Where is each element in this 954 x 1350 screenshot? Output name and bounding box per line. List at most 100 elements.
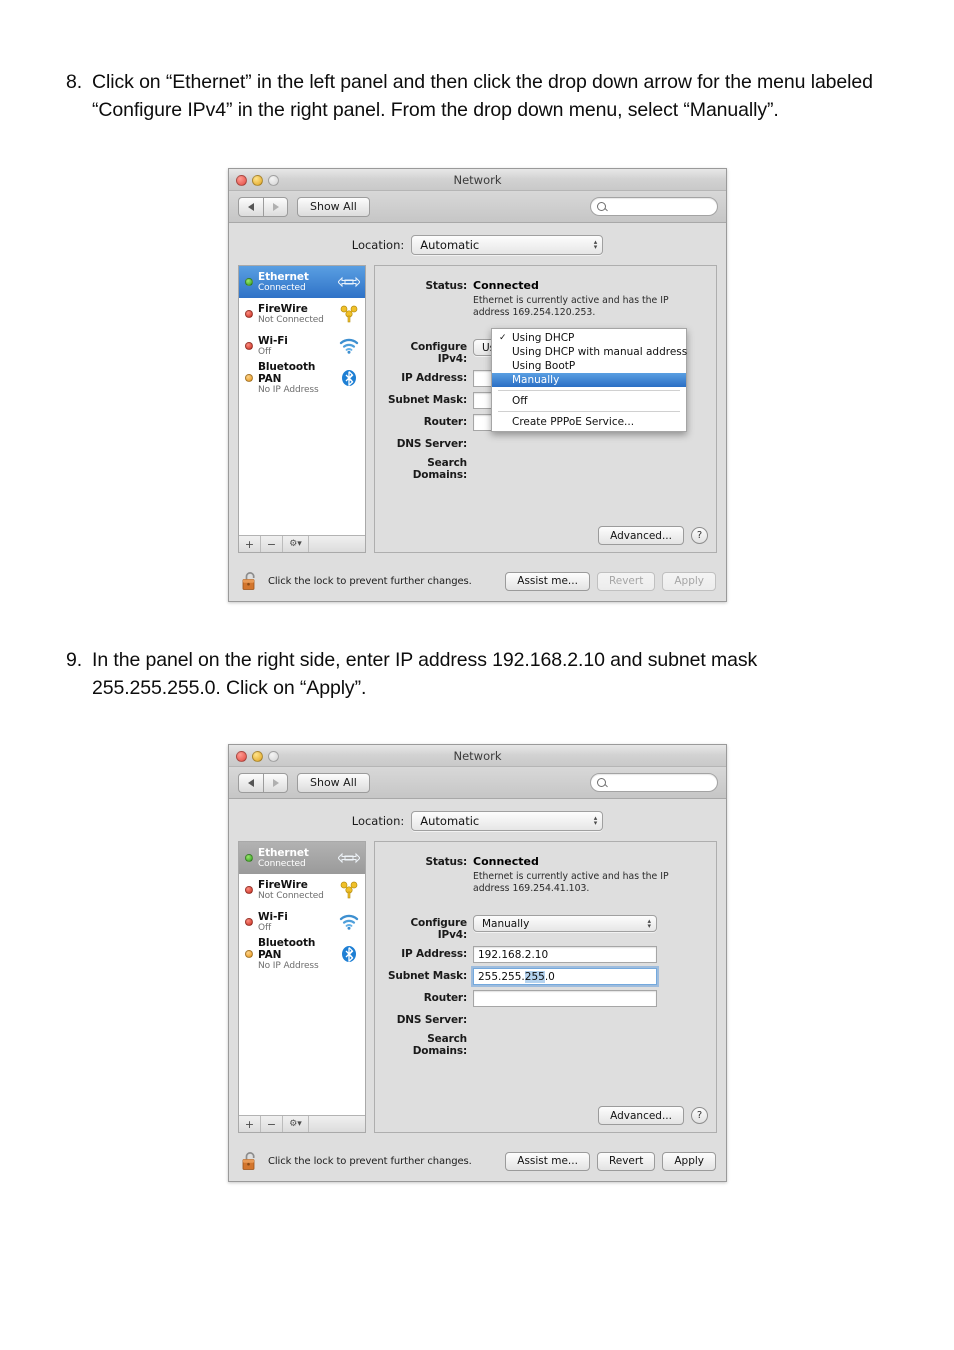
sidebar-item-ethernet[interactable]: Ethernet Connected	[239, 842, 365, 874]
lock-control[interactable]: Click the lock to prevent further change…	[241, 570, 472, 592]
revert-button[interactable]: Revert	[596, 1151, 656, 1171]
footer-buttons: Assist me... Revert Apply	[505, 1151, 716, 1171]
sidebar-item-firewire[interactable]: FireWire Not Connected	[239, 298, 365, 330]
window-title: Network	[453, 173, 502, 187]
assist-me-button[interactable]: Assist me...	[505, 1151, 590, 1171]
menu-item-using-bootp[interactable]: Using BootP	[492, 359, 686, 373]
router-row: Router:	[379, 990, 706, 1007]
ip-address-row: IP Address: 192.168.2.10	[379, 946, 706, 963]
network-preferences-window-2[interactable]: Network Show All Location: Automatic ▴▾	[228, 744, 727, 1182]
service-status: Off	[258, 922, 272, 933]
window-traffic-lights[interactable]	[236, 175, 279, 186]
window-traffic-lights[interactable]	[236, 751, 279, 762]
status-label: Status:	[425, 856, 467, 868]
dns-server-row: DNS Server:	[379, 1012, 706, 1026]
subnet-mask-field[interactable]: 255.255. 255.0	[473, 968, 657, 985]
location-popup-button[interactable]: Automatic ▴ ▾	[411, 811, 604, 831]
service-name: Wi-Fi	[258, 910, 288, 923]
nav-segmented-control[interactable]	[238, 196, 288, 217]
location-label: Location:	[351, 238, 405, 252]
service-status: Not Connected	[258, 890, 324, 901]
menu-item-off[interactable]: Off	[492, 394, 686, 408]
assist-me-button[interactable]: Assist me...	[505, 571, 590, 591]
menu-item-using-dhcp[interactable]: Using DHCP	[492, 331, 686, 345]
unlocked-padlock-icon[interactable]	[241, 1150, 261, 1172]
unlocked-padlock-icon[interactable]	[241, 570, 261, 592]
show-all-label: Show All	[310, 776, 357, 789]
service-name: Bluetooth PAN	[258, 936, 316, 961]
advanced-button[interactable]: Advanced...	[598, 1106, 684, 1125]
ip-address-field[interactable]: 192.168.2.10	[473, 946, 657, 963]
wifi-icon	[338, 335, 360, 357]
sidebar-item-wifi[interactable]: Wi-Fi Off	[239, 330, 365, 362]
service-list[interactable]: Ethernet Connected FireWire Not Connecte…	[239, 842, 365, 1115]
menu-item-create-pppoe-service[interactable]: Create PPPoE Service...	[492, 415, 686, 429]
dns-server-row: DNS Server:	[379, 436, 706, 450]
back-button[interactable]	[238, 196, 263, 217]
sidebar-item-bluetooth-pan[interactable]: Bluetooth PAN No IP Address	[239, 936, 365, 971]
show-all-button[interactable]: Show All	[297, 772, 370, 793]
service-actions-gear-icon[interactable]: ⚙▾	[283, 1116, 309, 1132]
search-input[interactable]	[590, 773, 718, 792]
chevron-updown-icon: ▴▾	[647, 916, 651, 930]
window-titlebar[interactable]: Network	[229, 169, 726, 191]
sidebar-item-bluetooth-pan[interactable]: Bluetooth PAN No IP Address	[239, 360, 365, 395]
sidebar-footer-toolbar[interactable]: + − ⚙▾	[239, 535, 365, 552]
status-description: Ethernet is currently active and has the…	[473, 295, 669, 318]
service-sidebar[interactable]: Ethernet Connected FireWire Not Connecte…	[238, 841, 366, 1133]
help-button[interactable]: ?	[691, 1107, 708, 1124]
close-button-icon[interactable]	[236, 175, 247, 186]
status-dot-red-icon	[245, 918, 253, 926]
network-preferences-window-1[interactable]: Network Show All Location: Automatic ▴▾	[228, 168, 727, 602]
add-service-button[interactable]: +	[239, 1116, 261, 1132]
service-sidebar[interactable]: Ethernet Connected FireWire Not Connecte…	[238, 265, 366, 553]
configure-ipv4-popup-button[interactable]: Manually ▴ ▾	[473, 915, 657, 932]
menu-item-using-dhcp-with-manual-address[interactable]: Using DHCP with manual address	[492, 345, 687, 359]
forward-button[interactable]	[263, 196, 288, 217]
remove-service-button[interactable]: −	[261, 1116, 283, 1132]
advanced-button[interactable]: Advanced...	[598, 526, 684, 545]
nav-segmented-control[interactable]	[238, 772, 288, 793]
show-all-label: Show All	[310, 200, 357, 213]
sidebar-item-firewire[interactable]: FireWire Not Connected	[239, 874, 365, 906]
router-label: Router:	[423, 416, 467, 428]
minimize-button-icon[interactable]	[252, 751, 263, 762]
ip-address-label: IP Address:	[401, 372, 467, 384]
sidebar-item-ethernet[interactable]: Ethernet Connected	[239, 266, 365, 298]
configure-ipv4-dropdown-menu[interactable]: Using DHCP Using DHCP with manual addres…	[491, 328, 687, 432]
sidebar-footer-toolbar[interactable]: + − ⚙▾	[239, 1115, 365, 1132]
show-all-button[interactable]: Show All	[297, 196, 370, 217]
service-status: Off	[258, 346, 272, 357]
location-popup-button[interactable]: Automatic ▴ ▾	[411, 235, 604, 255]
forward-button[interactable]	[263, 772, 288, 793]
router-field[interactable]	[473, 990, 657, 1007]
service-name: Bluetooth PAN	[258, 360, 316, 385]
content-panes: Ethernet Connected FireWire Not Connecte…	[229, 841, 726, 1133]
service-status: Connected	[258, 858, 306, 869]
instruction-step-8: 8. Click on “Ethernet” in the left panel…	[66, 68, 886, 125]
location-value: Automatic	[420, 814, 480, 828]
minimize-button-icon[interactable]	[252, 175, 263, 186]
subnet-mask-value-selected: 255	[524, 970, 545, 983]
configure-ipv4-value: Manually	[482, 917, 530, 930]
close-button-icon[interactable]	[236, 751, 247, 762]
menu-item-manually[interactable]: Manually	[492, 373, 686, 387]
window-titlebar[interactable]: Network	[229, 745, 726, 767]
add-service-button[interactable]: +	[239, 536, 261, 552]
wifi-icon	[338, 911, 360, 933]
status-row: Status: Connected Ethernet is currently …	[379, 278, 706, 318]
bluetooth-icon	[338, 943, 360, 965]
sidebar-item-wifi[interactable]: Wi-Fi Off	[239, 906, 365, 938]
apply-button[interactable]: Apply	[662, 1151, 716, 1171]
service-list[interactable]: Ethernet Connected FireWire Not Connecte…	[239, 266, 365, 535]
menu-separator	[498, 390, 680, 391]
service-actions-gear-icon[interactable]: ⚙▾	[283, 536, 309, 552]
search-input[interactable]	[590, 197, 718, 216]
location-row: Location: Automatic ▴ ▾	[229, 799, 726, 841]
lock-control[interactable]: Click the lock to prevent further change…	[241, 1150, 472, 1172]
help-button[interactable]: ?	[691, 527, 708, 544]
window-body: Location: Automatic ▴ ▾ Ethernet Connecte…	[229, 223, 726, 600]
back-button[interactable]	[238, 772, 263, 793]
remove-service-button[interactable]: −	[261, 536, 283, 552]
ip-address-label: IP Address:	[401, 948, 467, 960]
